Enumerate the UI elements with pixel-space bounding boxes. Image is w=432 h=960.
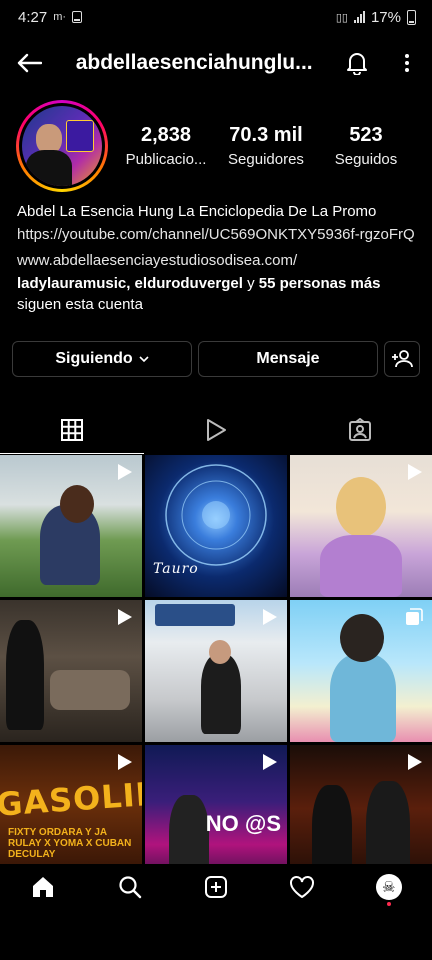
stat-value: 2,838: [140, 124, 192, 146]
posts-grid: Tauro GASOLINA FIXTY ORDARA Y JA RULAY X…: [0, 455, 432, 887]
followed-by-count: 55 personas más: [258, 275, 381, 292]
more-vertical-icon: [405, 54, 410, 72]
nav-home[interactable]: [13, 864, 73, 910]
notifications-bell-button[interactable]: [333, 40, 383, 86]
status-bar: 4:27 m· ▯▯ 17%: [0, 0, 432, 34]
post-figure: [336, 477, 386, 537]
new-post-icon: [204, 876, 227, 898]
more-options-button[interactable]: [382, 40, 432, 86]
home-icon: [33, 877, 54, 897]
status-left: 4:27 m·: [18, 8, 83, 26]
story-ring[interactable]: [16, 100, 108, 192]
post-caption: GASOLINA: [0, 772, 142, 824]
reel-indicator-icon: [118, 754, 132, 770]
tab-reels[interactable]: [144, 406, 288, 454]
followed-by-tail: siguen esta cuenta: [17, 296, 143, 313]
post-thumbnail[interactable]: [290, 455, 432, 597]
status-right: ▯▯ 17%: [336, 9, 416, 26]
reel-indicator-icon: [263, 754, 277, 770]
stat-label: Seguidores: [228, 151, 304, 168]
tab-tagged[interactable]: [288, 406, 432, 454]
following-button[interactable]: Siguiendo: [12, 341, 192, 377]
profile-actions: Siguiendo Mensaje: [12, 341, 420, 377]
reel-indicator-icon: [118, 464, 132, 480]
post-figure: [6, 620, 44, 730]
profile-stats: 2,838 Publicacio... 70.3 mil Seguidores …: [116, 124, 416, 168]
post-figure: [320, 535, 402, 597]
add-person-icon: [392, 350, 413, 368]
avatar: [22, 106, 102, 186]
reel-indicator-icon: [263, 609, 277, 625]
stat-following[interactable]: 523 Seguidos: [316, 124, 416, 168]
grid-icon: [61, 419, 83, 441]
back-arrow-icon: [17, 53, 42, 73]
followed-by[interactable]: ladylauramusic, elduroduvergel y 55 pers…: [17, 273, 417, 315]
message-button[interactable]: Mensaje: [198, 341, 378, 377]
back-button[interactable]: [0, 40, 58, 86]
notification-icons: m·: [53, 11, 67, 23]
post-figure: [60, 485, 94, 523]
post-subcaption: FIXTY ORDARA Y JA RULAY X YOMA X CUBAN D…: [8, 827, 132, 860]
profile-bio: Abdel La Esencia Hung La Enciclopedia De…: [17, 201, 417, 315]
stat-posts[interactable]: 2,838 Publicacio...: [116, 124, 216, 168]
post-figure: [330, 654, 396, 742]
post-thumbnail[interactable]: [0, 600, 142, 742]
suggested-users-button[interactable]: [384, 341, 420, 377]
profile-header: abdellaesenciahunglu...: [0, 40, 432, 86]
bio-name: Abdel La Esencia Hung La Enciclopedia De…: [17, 203, 377, 220]
battery-percent: 17%: [370, 8, 401, 26]
bottom-navigation: ☠: [0, 864, 432, 910]
post-figure: [50, 670, 130, 710]
profile-avatar: ☠: [375, 874, 402, 900]
play-icon: [207, 419, 226, 441]
post-caption: NO @S: [205, 811, 281, 836]
followed-by-connector: y: [242, 275, 259, 292]
post-figure: [209, 640, 231, 664]
status-time: 4:27: [18, 8, 48, 26]
post-thumbnail[interactable]: [145, 600, 287, 742]
stat-followers[interactable]: 70.3 mil Seguidores: [216, 124, 316, 168]
post-thumbnail[interactable]: [0, 455, 142, 597]
post-caption: Tauro: [153, 561, 199, 577]
stat-label: Seguidos: [334, 151, 398, 168]
bell-icon: [347, 53, 368, 75]
tagged-person-icon: [349, 418, 371, 441]
signal-icon: [353, 11, 365, 23]
avatar-border: [19, 103, 105, 189]
notification-box-icon: [72, 11, 83, 23]
reel-indicator-icon: [118, 609, 132, 625]
avatar-body-graphic: [26, 150, 72, 186]
bio-link-youtube[interactable]: https://youtube.com/channel/UC569ONKTXY5…: [17, 224, 417, 245]
nav-profile[interactable]: ☠: [359, 864, 419, 910]
notification-dot: [386, 902, 391, 906]
reel-indicator-icon: [408, 754, 422, 770]
data-icon: ▯▯: [335, 11, 348, 24]
post-figure: [201, 654, 241, 734]
nav-activity[interactable]: [272, 864, 332, 910]
followed-by-users: ladylauramusic, elduroduvergel: [17, 275, 243, 292]
post-thumbnail[interactable]: [290, 600, 432, 742]
search-icon: [118, 876, 141, 899]
stat-label: Publicacio...: [125, 151, 207, 168]
reel-indicator-icon: [408, 464, 422, 480]
carousel-indicator-icon: [406, 608, 423, 625]
post-figure: [155, 604, 235, 626]
heart-icon: [290, 876, 315, 899]
nav-new-post[interactable]: [186, 864, 246, 910]
avatar-badge-graphic: [66, 120, 94, 152]
header-username: abdellaesenciahunglu...: [75, 51, 313, 74]
bio-link-website[interactable]: www.abdellaesenciayestudiosodisea.com/: [17, 250, 417, 271]
tab-posts-grid[interactable]: [0, 406, 144, 454]
profile-tabs: [0, 406, 432, 454]
stat-value: 70.3 mil: [229, 124, 303, 146]
battery-icon: [407, 9, 416, 25]
nav-search[interactable]: [100, 864, 160, 910]
post-figure: [340, 614, 384, 662]
profile-summary: 2,838 Publicacio... 70.3 mil Seguidores …: [16, 100, 416, 192]
following-label: Siguiendo: [55, 350, 133, 367]
post-thumbnail[interactable]: Tauro: [145, 455, 287, 597]
message-label: Mensaje: [256, 350, 320, 367]
stat-value: 523: [349, 124, 383, 146]
chevron-down-icon: [139, 356, 149, 363]
